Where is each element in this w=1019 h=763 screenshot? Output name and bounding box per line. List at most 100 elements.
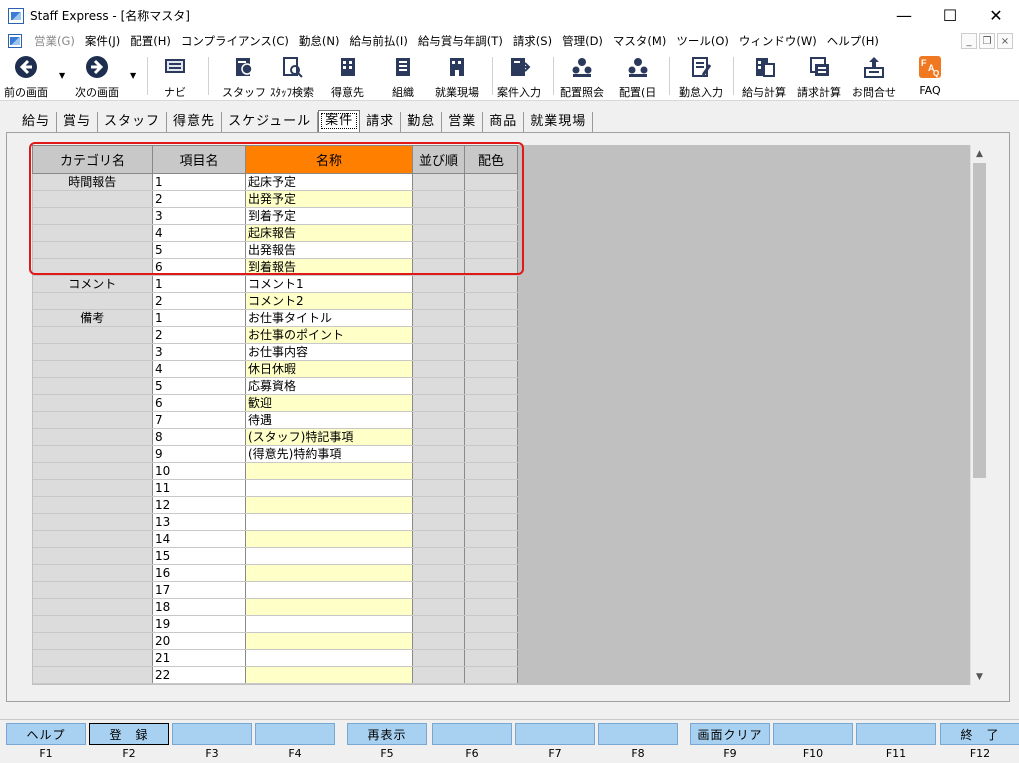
tab-8[interactable]: 営業 <box>442 112 484 132</box>
color-cell[interactable] <box>464 326 518 344</box>
tab-3[interactable]: 得意先 <box>167 112 223 132</box>
order-cell[interactable] <box>412 173 465 191</box>
category-cell[interactable] <box>32 479 153 497</box>
header-item[interactable]: 項目名 <box>152 145 246 174</box>
client-button[interactable]: 得意先 <box>331 55 364 99</box>
category-cell[interactable] <box>32 207 153 225</box>
back-button[interactable]: 前の画面 <box>4 55 48 99</box>
order-cell[interactable] <box>412 428 465 446</box>
item-number-cell[interactable]: 1 <box>152 309 246 327</box>
item-number-cell[interactable]: 9 <box>152 445 246 463</box>
order-cell[interactable] <box>412 258 465 276</box>
order-cell[interactable] <box>412 632 465 650</box>
order-cell[interactable] <box>412 462 465 480</box>
order-cell[interactable] <box>412 309 465 327</box>
fkey-f5-button[interactable]: 再表示 <box>347 723 427 745</box>
staff-button[interactable]: スタッフ <box>222 55 266 99</box>
category-cell[interactable]: 時間報告 <box>32 173 153 191</box>
worksite-button[interactable]: 就業現場 <box>435 55 479 99</box>
category-cell[interactable] <box>32 530 153 548</box>
name-cell[interactable]: 起床報告 <box>245 224 413 242</box>
mdi-minimize-button[interactable]: _ <box>961 33 977 49</box>
header-category[interactable]: カテゴリ名 <box>32 145 153 174</box>
billing-button[interactable]: 請求計算 <box>797 55 841 99</box>
header-order[interactable]: 並び順 <box>412 145 465 174</box>
color-cell[interactable] <box>464 513 518 531</box>
name-cell[interactable]: お仕事内容 <box>245 343 413 361</box>
category-cell[interactable] <box>32 377 153 395</box>
name-cell[interactable] <box>245 598 413 616</box>
color-cell[interactable] <box>464 462 518 480</box>
menu-item-1[interactable]: 案件(J) <box>81 33 126 49</box>
color-cell[interactable] <box>464 445 518 463</box>
name-cell[interactable]: お仕事タイトル <box>245 309 413 327</box>
order-cell[interactable] <box>412 666 465 684</box>
menu-item-9[interactable]: マスタ(M) <box>609 33 672 49</box>
name-cell[interactable]: コメント2 <box>245 292 413 310</box>
item-number-cell[interactable]: 13 <box>152 513 246 531</box>
color-cell[interactable] <box>464 190 518 208</box>
organization-button[interactable]: 組織 <box>391 55 415 99</box>
name-cell[interactable] <box>245 547 413 565</box>
item-number-cell[interactable]: 14 <box>152 530 246 548</box>
color-cell[interactable] <box>464 292 518 310</box>
category-cell[interactable] <box>32 326 153 344</box>
name-cell[interactable] <box>245 632 413 650</box>
tab-5[interactable]: 案件 <box>318 110 361 132</box>
fkey-f10-button[interactable] <box>773 723 853 745</box>
category-cell[interactable] <box>32 394 153 412</box>
menu-item-2[interactable]: 配置(H) <box>126 33 177 49</box>
order-cell[interactable] <box>412 411 465 429</box>
staff-search-button[interactable]: ｽﾀｯﾌ検索 <box>270 55 314 99</box>
order-cell[interactable] <box>412 530 465 548</box>
category-cell[interactable] <box>32 462 153 480</box>
name-cell[interactable]: (スタッフ)特記事項 <box>245 428 413 446</box>
item-number-cell[interactable]: 2 <box>152 190 246 208</box>
order-cell[interactable] <box>412 615 465 633</box>
item-number-cell[interactable]: 16 <box>152 564 246 582</box>
color-cell[interactable] <box>464 411 518 429</box>
inquiry-button[interactable]: お問合せ <box>852 55 896 99</box>
order-cell[interactable] <box>412 292 465 310</box>
color-cell[interactable] <box>464 241 518 259</box>
name-cell[interactable]: 歓迎 <box>245 394 413 412</box>
category-cell[interactable] <box>32 598 153 616</box>
order-cell[interactable] <box>412 377 465 395</box>
menu-item-0[interactable]: 営業(G) <box>30 33 81 49</box>
item-number-cell[interactable]: 17 <box>152 581 246 599</box>
tab-2[interactable]: スタッフ <box>98 112 168 132</box>
order-cell[interactable] <box>412 190 465 208</box>
fkey-f3-button[interactable] <box>172 723 252 745</box>
color-cell[interactable] <box>464 428 518 446</box>
placement-daily-button[interactable]: 配置(日 <box>619 55 656 99</box>
tab-1[interactable]: 賞与 <box>57 112 99 132</box>
item-number-cell[interactable]: 7 <box>152 411 246 429</box>
color-cell[interactable] <box>464 309 518 327</box>
fkey-f2-button[interactable]: 登 録 <box>89 723 169 745</box>
tab-0[interactable]: 給与 <box>16 112 58 132</box>
menu-item-6[interactable]: 給与賞与年調(T) <box>414 33 509 49</box>
category-cell[interactable]: 備考 <box>32 309 153 327</box>
item-number-cell[interactable]: 2 <box>152 292 246 310</box>
name-cell[interactable]: 待遇 <box>245 411 413 429</box>
order-cell[interactable] <box>412 598 465 616</box>
order-cell[interactable] <box>412 326 465 344</box>
item-number-cell[interactable]: 15 <box>152 547 246 565</box>
item-number-cell[interactable]: 12 <box>152 496 246 514</box>
header-name[interactable]: 名称 <box>245 145 413 174</box>
color-cell[interactable] <box>464 564 518 582</box>
close-button[interactable]: ✕ <box>973 0 1019 31</box>
minimize-button[interactable]: — <box>881 0 927 31</box>
name-cell[interactable] <box>245 479 413 497</box>
name-cell[interactable]: 到着報告 <box>245 258 413 276</box>
tab-10[interactable]: 就業現場 <box>524 112 594 132</box>
navi-button[interactable]: ナビ <box>163 55 187 99</box>
name-cell[interactable] <box>245 462 413 480</box>
category-cell[interactable] <box>32 666 153 684</box>
name-cell[interactable]: 応募資格 <box>245 377 413 395</box>
item-number-cell[interactable]: 5 <box>152 377 246 395</box>
attendance-input-button[interactable]: 勤怠入力 <box>679 55 723 99</box>
tab-6[interactable]: 請求 <box>360 112 402 132</box>
name-cell[interactable]: 出発予定 <box>245 190 413 208</box>
maximize-button[interactable]: ☐ <box>927 0 973 31</box>
